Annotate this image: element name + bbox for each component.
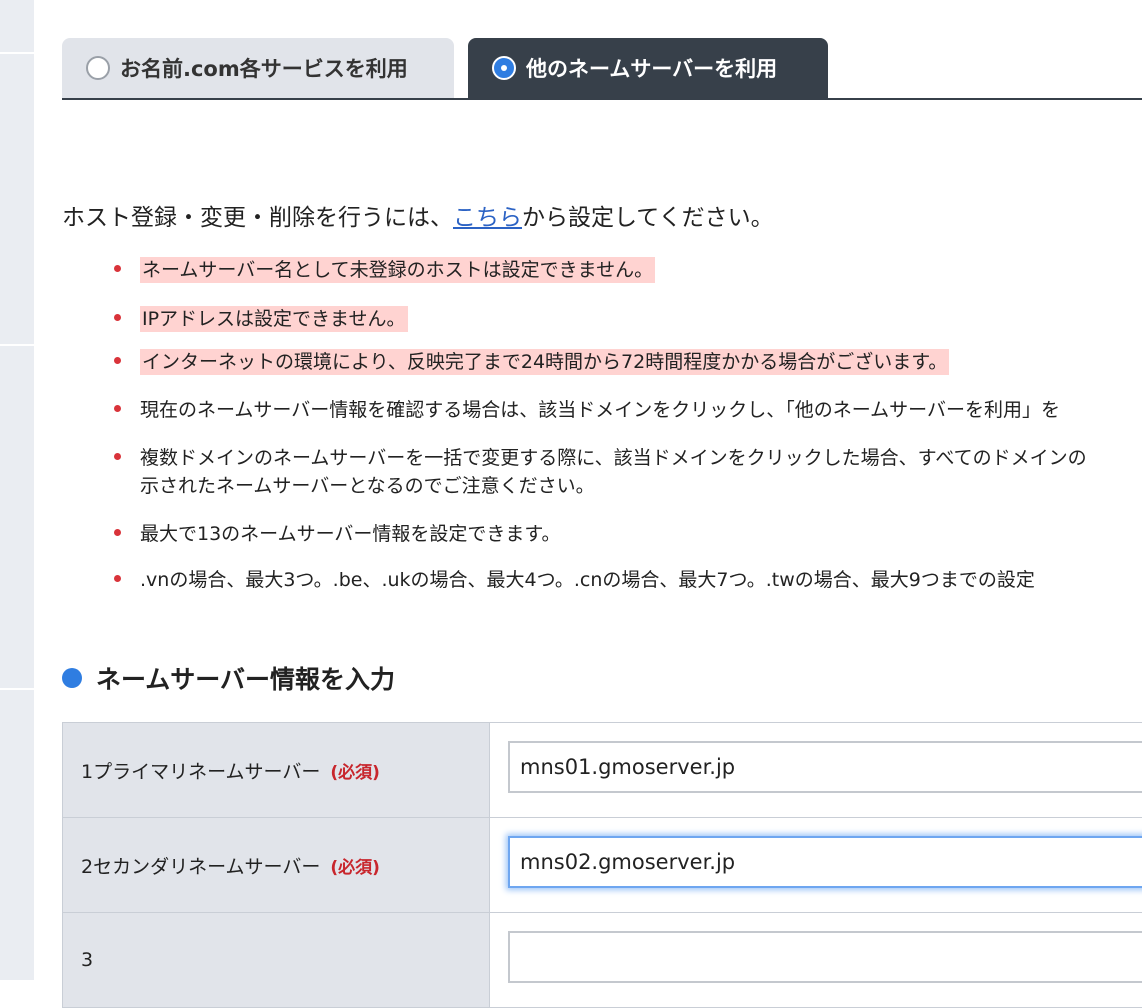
left-rail: [0, 0, 34, 980]
primary-nameserver-input[interactable]: [508, 741, 1142, 793]
intro-text: ホスト登録・変更・削除を行うには、: [62, 205, 453, 231]
note-text: 最大で13のネームサーバー情報を設定できます。: [140, 523, 561, 545]
required-badge: (必須): [330, 762, 380, 783]
note-item: インターネットの環境により、反映完了まで24時間から72時間程度かかる場合がござ…: [110, 348, 950, 376]
radio-unselected-icon[interactable]: [86, 56, 110, 80]
secondary-nameserver-input[interactable]: [508, 836, 1142, 888]
bullet-dot-icon: [62, 668, 82, 688]
radio-selected-icon[interactable]: [492, 56, 516, 80]
note-item: 現在のネームサーバー情報を確認する場合は、該当ドメインをクリックし、「他のネーム…: [110, 396, 1060, 424]
note-text: インターネットの環境により、反映完了まで24時間から72時間程度かかる場合がござ…: [140, 349, 950, 375]
note-text: 複数ドメインのネームサーバーを一括で変更する際に、該当ドメインをクリックした場合…: [140, 447, 1087, 469]
table-row: 2セカンダリネームサーバー (必須): [62, 818, 1142, 913]
note-item: ネームサーバー名として未登録のホストは設定できません。: [110, 256, 656, 284]
table-row: 1プライマリネームサーバー (必須): [62, 723, 1142, 818]
row-label: 2セカンダリネームサーバー (必須): [62, 818, 490, 912]
rail-divider: [0, 344, 34, 346]
row-label-text: 3: [81, 949, 94, 971]
note-item: IPアドレスは設定できません。: [110, 305, 408, 333]
host-settings-link[interactable]: こちら: [453, 205, 522, 231]
host-registration-intro: ホスト登録・変更・削除を行うには、こちらから設定してください。: [62, 198, 774, 232]
required-badge: (必須): [330, 857, 380, 878]
tab-label: 他のネームサーバーを利用: [526, 57, 778, 81]
nameserver-tabs: お名前.com各サービスを利用 他のネームサーバーを利用: [62, 38, 1142, 100]
note-item: 最大で13のネームサーバー情報を設定できます。: [110, 520, 561, 548]
note-item: .vnの場合、最大3つ。.be、.ukの場合、最大4つ。.cnの場合、最大7つ。…: [110, 566, 1035, 594]
tab-label: お名前.com各サービスを利用: [120, 57, 408, 81]
row-label-text: 2セカンダリネームサーバー: [81, 855, 321, 878]
note-text: ネームサーバー名として未登録のホストは設定できません。: [140, 257, 656, 283]
note-text: IPアドレスは設定できません。: [140, 306, 408, 332]
nameserver-form-table: 1プライマリネームサーバー (必須) 2セカンダリネームサーバー (必須) 3: [62, 722, 1142, 1008]
nameserver-3-input[interactable]: [508, 931, 1142, 983]
note-text: 現在のネームサーバー情報を確認する場合は、該当ドメインをクリックし、「他のネーム…: [140, 399, 1060, 421]
row-label: 1プライマリネームサーバー (必須): [62, 723, 490, 817]
rail-divider: [0, 688, 34, 690]
intro-text: から設定してください。: [522, 205, 774, 231]
row-label-text: 1プライマリネームサーバー: [81, 760, 321, 783]
tab-other-nameserver[interactable]: 他のネームサーバーを利用: [468, 38, 828, 98]
rail-divider: [0, 52, 34, 54]
tabs-underline: [62, 98, 1142, 100]
tab-onamae-services[interactable]: お名前.com各サービスを利用: [62, 38, 454, 98]
note-item: 複数ドメインのネームサーバーを一括で変更する際に、該当ドメインをクリックした場合…: [110, 444, 1087, 500]
row-label: 3: [62, 913, 490, 1007]
note-text: .vnの場合、最大3つ。.be、.ukの場合、最大4つ。.cnの場合、最大7つ。…: [140, 569, 1035, 591]
section-title: ネームサーバー情報を入力: [96, 665, 396, 694]
table-row: 3: [62, 913, 1142, 1008]
note-text-continued: 示されたネームサーバーとなるのでご注意ください。: [140, 475, 595, 497]
section-heading: ネームサーバー情報を入力: [62, 660, 395, 696]
